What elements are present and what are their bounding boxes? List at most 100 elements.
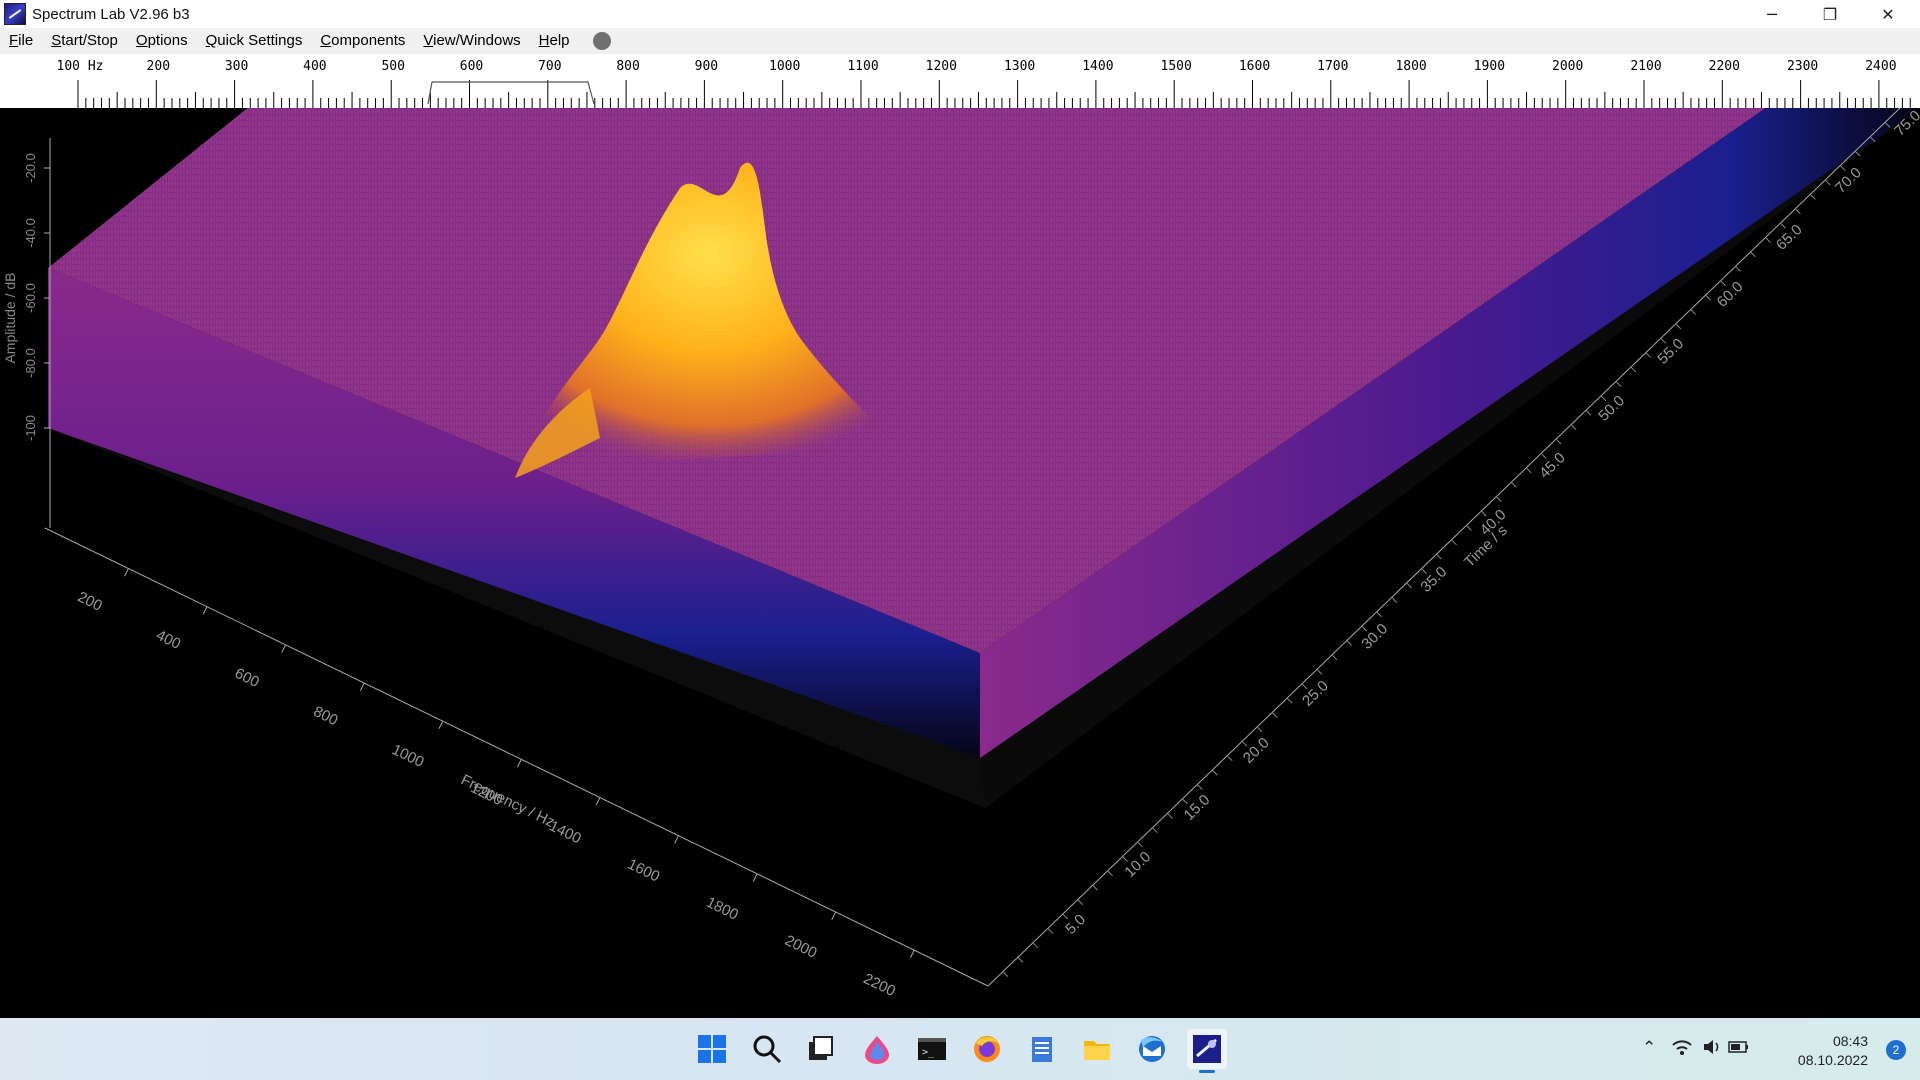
time-minor-tick [1570, 424, 1577, 431]
time-minor-tick [1331, 654, 1338, 661]
time-minor-tick [1466, 525, 1472, 531]
scale-label: 2200 [1709, 59, 1740, 74]
time-minor-tick [1152, 827, 1158, 834]
amplitude-tick-label: -60.0 [23, 283, 38, 313]
volume-icon[interactable] [1702, 1038, 1722, 1061]
time-minor-tick [1720, 280, 1726, 287]
time-minor-tick [1645, 352, 1652, 359]
thunderbird-icon[interactable] [1132, 1029, 1172, 1069]
spectrum-lab-icon[interactable] [1187, 1029, 1227, 1073]
wifi-icon[interactable] [1672, 1038, 1692, 1061]
time-minor-tick [1376, 611, 1383, 618]
notepad-icon[interactable] [1022, 1029, 1062, 1069]
menu-help[interactable]: Help [530, 28, 579, 54]
notification-badge[interactable]: 2 [1886, 1040, 1906, 1060]
frequency-tick-label: 1600 [625, 856, 662, 886]
frequency-tick [359, 682, 365, 691]
menu-file[interactable]: File [0, 28, 42, 54]
time-minor-tick [1196, 784, 1203, 790]
amplitude-tick-label: -40.0 [23, 218, 38, 248]
frequency-tick [438, 720, 444, 730]
clock-time: 08:43 [1832, 1033, 1868, 1049]
search-icon[interactable] [747, 1029, 787, 1069]
scale-label: 1600 [1239, 59, 1270, 74]
frequency-tick [202, 606, 208, 615]
frequency-tick-label: 1000 [389, 741, 426, 771]
frequency-tick [909, 949, 915, 959]
time-minor-tick [1675, 323, 1682, 330]
battery-icon[interactable] [1728, 1038, 1750, 1061]
time-minor-tick [1122, 856, 1128, 862]
app-icon[interactable] [4, 3, 26, 25]
close-button[interactable]: ✕ [1859, 0, 1917, 28]
time-minor-tick [1585, 409, 1592, 416]
frequency-tick [831, 911, 837, 920]
menu-start-stop[interactable]: Start/Stop [42, 28, 127, 54]
scale-label: 1200 [926, 59, 957, 74]
time-minor-tick [1137, 841, 1143, 848]
scale-label: 2300 [1787, 59, 1818, 74]
time-minor-tick [1540, 453, 1547, 459]
time-minor-tick [1794, 208, 1801, 215]
time-minor-tick [1481, 510, 1487, 517]
time-minor-tick [1271, 712, 1278, 718]
time-minor-tick [1241, 740, 1248, 747]
menu-components[interactable]: Components [311, 28, 414, 54]
time-minor-tick [1017, 956, 1024, 963]
minimize-button[interactable]: ─ [1743, 0, 1801, 28]
time-minor-tick [1301, 683, 1308, 690]
frequency-tick-label: 400 [153, 627, 183, 653]
file-explorer-icon[interactable] [1077, 1029, 1117, 1069]
time-minor-tick [1525, 467, 1532, 474]
time-minor-tick [1406, 582, 1412, 589]
start-icon[interactable] [692, 1029, 732, 1069]
time-minor-tick [1286, 697, 1293, 704]
time-minor-tick [1750, 251, 1756, 258]
time-minor-tick [1451, 539, 1457, 546]
frequency-tick-label: 2200 [861, 970, 898, 1000]
time-minor-tick [1510, 481, 1517, 488]
scale-label: 900 [695, 59, 718, 74]
time-minor-tick [1555, 438, 1562, 445]
passband-bracket[interactable] [427, 81, 595, 105]
maximize-button[interactable]: ❐ [1801, 0, 1859, 28]
time-minor-tick [1421, 568, 1427, 574]
frequency-tick [752, 873, 758, 882]
chevron-up-icon[interactable]: ⌃ [1642, 1038, 1656, 1058]
clock[interactable]: 08:43 08.10.2022 [1798, 1032, 1868, 1070]
frequency-scale[interactable]: 100 Hz 200 300 400 500 600 700 800 900 1000 1100 12… [0, 54, 1920, 109]
time-minor-tick [1765, 237, 1771, 243]
scale-label: 1500 [1161, 59, 1192, 74]
frequency-tick [517, 758, 522, 768]
waterfall-3d-svg: -20.0 -40.0 -60.0 -80.0 -100 Amplitude / dB 20… [2, 108, 1920, 1000]
window-title: Spectrum Lab V2.96 b3 [32, 5, 190, 23]
time-minor-tick [1062, 913, 1069, 920]
frequency-tick [124, 567, 130, 577]
time-minor-tick [1839, 165, 1846, 171]
time-minor-tick [1092, 884, 1099, 891]
scale-label: 1300 [1004, 59, 1035, 74]
frequency-tick-label: 2000 [782, 932, 819, 962]
waterfall-3d-plot[interactable]: -20.0 -40.0 -60.0 -80.0 -100 Amplitude / dB 20… [0, 108, 1920, 1018]
time-minor-tick [1630, 366, 1637, 373]
terminal-icon[interactable]: >_ [912, 1029, 952, 1069]
scale-label: 1900 [1474, 59, 1505, 74]
menu-quick-settings[interactable]: Quick Settings [197, 28, 312, 54]
menu-view-windows[interactable]: View/Windows [414, 28, 529, 54]
time-minor-tick [1824, 179, 1831, 186]
time-minor-tick [1690, 309, 1697, 315]
task-view-icon[interactable] [800, 1029, 840, 1069]
amplitude-tick-label: -80.0 [23, 348, 38, 378]
time-minor-tick [1660, 337, 1667, 344]
scale-label: 400 [303, 59, 326, 74]
time-minor-tick [1615, 381, 1622, 387]
paint-icon[interactable] [857, 1029, 897, 1069]
scale-label: 500 [381, 59, 404, 74]
scale-label: 600 [460, 59, 483, 74]
time-minor-tick [1182, 798, 1188, 805]
system-tray: ⌃ 08:43 08.10.2022 2 [1620, 1018, 1920, 1080]
scale-label: 100 Hz [57, 59, 104, 74]
firefox-icon[interactable] [967, 1029, 1007, 1069]
record-indicator-icon[interactable] [592, 32, 611, 50]
menu-options[interactable]: Options [127, 28, 197, 54]
